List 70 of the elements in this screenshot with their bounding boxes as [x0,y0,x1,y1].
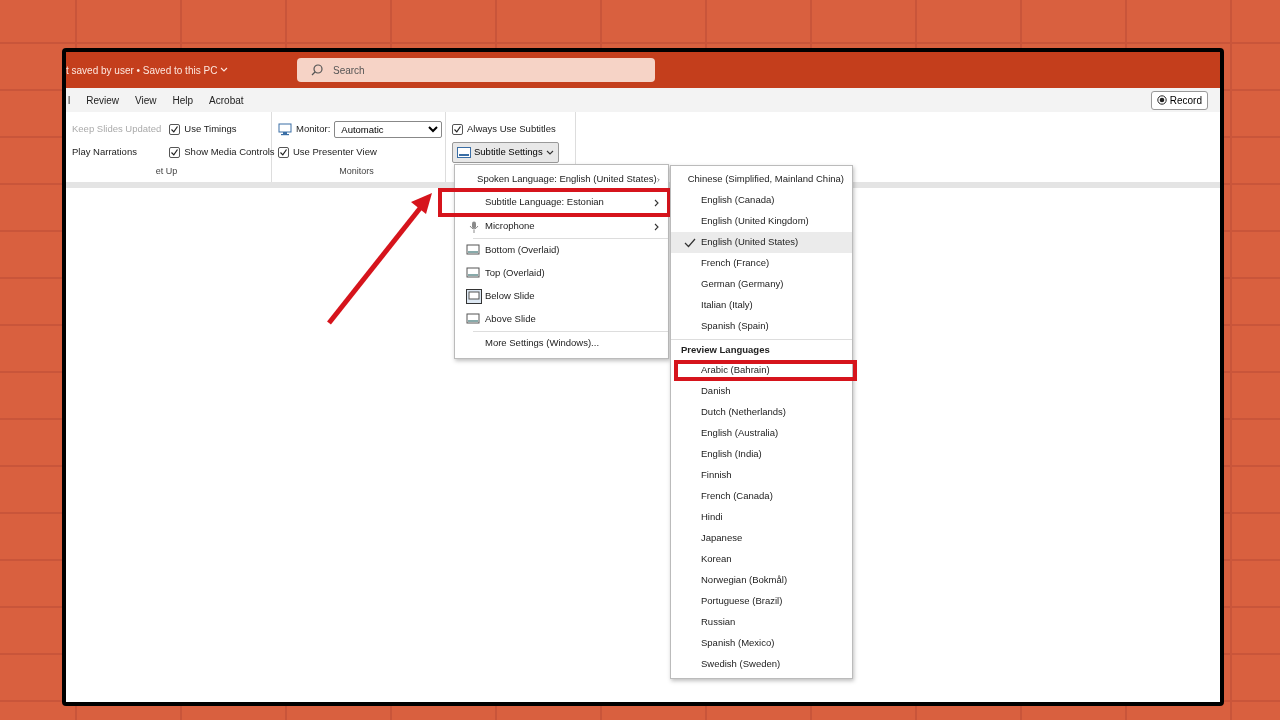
checkbox-label: Always Use Subtitles [467,121,556,136]
chevron-down-icon [220,67,229,73]
check-icon [279,148,288,157]
check-icon [170,124,180,134]
search-field[interactable]: Search [297,58,655,82]
menu-item[interactable]: Danish [671,381,852,402]
menu-item[interactable]: Korean [671,549,852,570]
group-label: Monitors [339,165,374,178]
chevron-right-icon [654,222,660,231]
chevron-right-icon [654,198,660,207]
chevron-down-icon [545,149,554,156]
menu-item[interactable]: More Settings (Windows)... [455,332,668,355]
menu-item[interactable]: Above Slide [455,308,668,331]
menu-item[interactable]: English (India) [671,444,852,465]
menu-item[interactable]: Arabic (Bahrain) [671,360,852,381]
menu-item[interactable]: Hindi [671,507,852,528]
menu-item[interactable]: Finnish [671,465,852,486]
menu-item[interactable]: Norwegian (Bokmål) [671,570,852,591]
check-icon [453,124,462,134]
menu-item[interactable]: Bottom (Overlaid) [455,239,668,262]
menu-item[interactable]: Spanish (Spain) [671,316,852,337]
file-status[interactable]: t saved by user • Saved to this PC [66,62,297,78]
checkbox[interactable] [278,147,289,158]
checkbox-label: Use Timings [184,121,237,136]
checkbox-label: Use Presenter View [293,145,377,160]
record-button[interactable]: Record [1150,90,1208,110]
ribbon-tab[interactable]: Acrobat [207,92,246,108]
checkbox[interactable] [169,123,181,135]
menu-item[interactable]: German (Germany) [671,274,852,295]
checkbox[interactable] [169,147,181,158]
section-heading: Preview Languages [671,339,852,360]
menu-item[interactable]: Russian [671,612,852,633]
option-label: Keep Slides Updated [72,121,162,136]
menu-item[interactable]: French (Canada) [671,486,852,507]
menu-item[interactable]: Spanish (Mexico) [671,633,852,654]
menu-item[interactable]: English (Australia) [671,423,852,444]
menu-item[interactable]: Japanese [671,528,852,549]
menu-item[interactable]: English (United Kingdom) [671,211,852,232]
checkbox[interactable] [452,123,463,135]
menu-item[interactable]: English (Canada) [671,190,852,211]
menu-item[interactable]: Swedish (Sweden) [671,654,852,675]
record-icon [1156,95,1167,105]
menu-item[interactable]: Top (Overlaid) [455,262,668,285]
menu-item[interactable]: Spoken Language: English (United States) [455,168,668,191]
menu-item[interactable]: Italian (Italy) [671,295,852,316]
ribbon-tab[interactable]: Help [170,92,196,108]
menu-item[interactable]: Dutch (Netherlands) [671,402,852,423]
check-icon [684,237,696,248]
check-icon [170,148,180,157]
ribbon-tab[interactable]: Review [84,92,122,108]
ribbon-tab[interactable]: View [133,92,159,108]
chevron-right-icon [656,175,660,184]
monitor-select[interactable]: Automatic [334,120,443,138]
group-label: et Up [155,165,178,178]
microphone-icon [469,220,479,233]
search-icon [311,64,323,76]
field-label: Monitor: [296,121,331,136]
menu-item[interactable]: Subtitle Language: Estonian [455,191,668,214]
monitor-icon [278,122,292,136]
menu-item[interactable]: Microphone [455,215,668,238]
subtitle-settings-button[interactable]: Subtitle Settings [452,142,559,163]
ribbon-tab[interactable]: l [66,92,73,108]
menu-item[interactable]: Chinese (Simplified, Mainland China) [671,169,852,190]
option-label: Play Narrations [72,145,137,160]
menu-item[interactable]: English (United States) [671,232,852,253]
menu-item[interactable]: Portuguese (Brazil) [671,591,852,612]
menu-item[interactable]: French (France) [671,253,852,274]
menu-item[interactable]: Below Slide [455,285,668,308]
subtitle-icon [457,147,471,158]
checkbox-label: Show Media Controls [184,145,275,160]
